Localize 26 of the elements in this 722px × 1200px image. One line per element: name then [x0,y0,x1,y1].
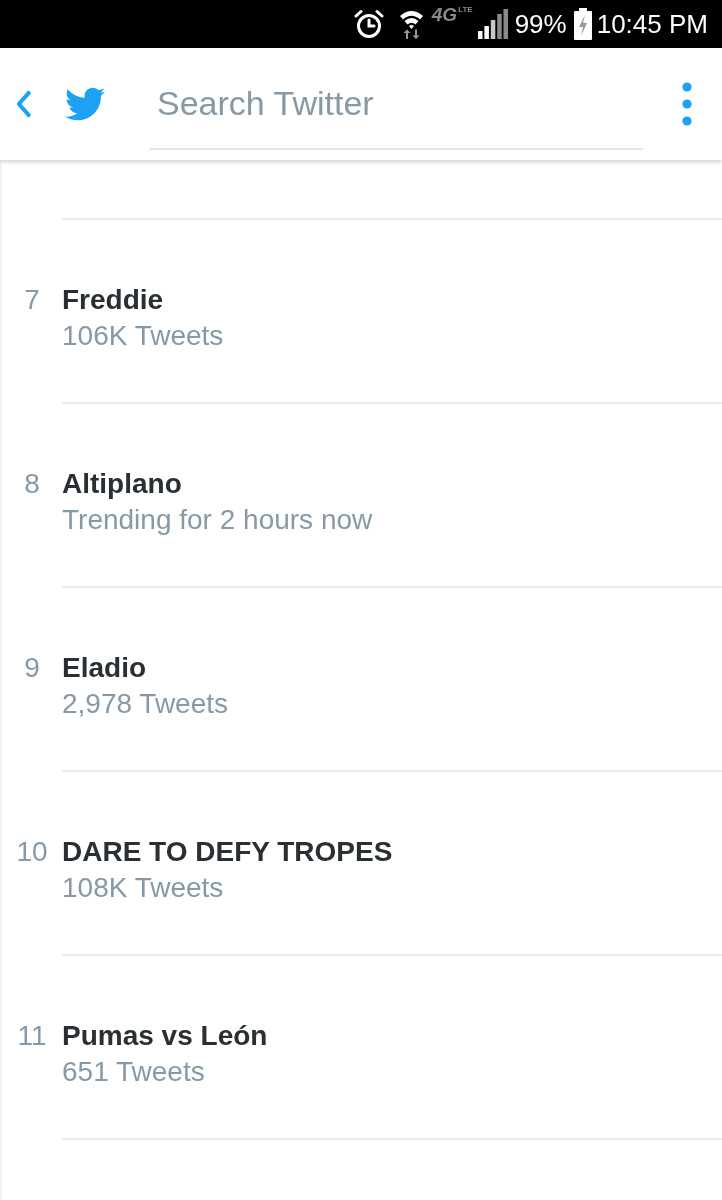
trend-rank: 8 [24,468,40,499]
trend-meta: 108K Tweets [62,871,224,905]
trend-name[interactable]: Pumas vs León [62,1018,268,1054]
network-suffix-label: LTE [458,6,473,14]
trend-name[interactable]: DARE TO DEFY TROPES [62,834,393,870]
battery-percent: 99% [514,11,567,37]
trend-rank: 10 [16,836,48,867]
trend-rank: 7 [24,284,40,315]
battery-charging-icon [573,8,592,40]
trend-name[interactable]: Eladio [62,650,146,686]
trend-name[interactable]: Altiplano [62,466,182,502]
back-chevron-icon[interactable] [14,90,33,118]
trend-meta: 651 Tweets [62,1055,205,1089]
trend-meta: 2,978 Tweets [62,687,229,721]
trend-meta: 106K Tweets [62,319,224,353]
alarm-clock-icon [353,9,384,39]
trend-meta: Trending for 2 hours now [62,503,373,537]
trend-rank: 9 [24,652,40,683]
search-field[interactable]: Search Twitter [150,66,643,150]
more-options-icon[interactable] [682,82,692,126]
network-type-label: 4G [431,5,458,24]
trend-name[interactable]: Freddie [62,282,164,318]
signal-bars-icon [477,9,508,39]
trend-rank: 11 [17,1020,47,1051]
status-time: 10:45 PM [596,11,708,37]
wifi-icon [398,9,424,39]
